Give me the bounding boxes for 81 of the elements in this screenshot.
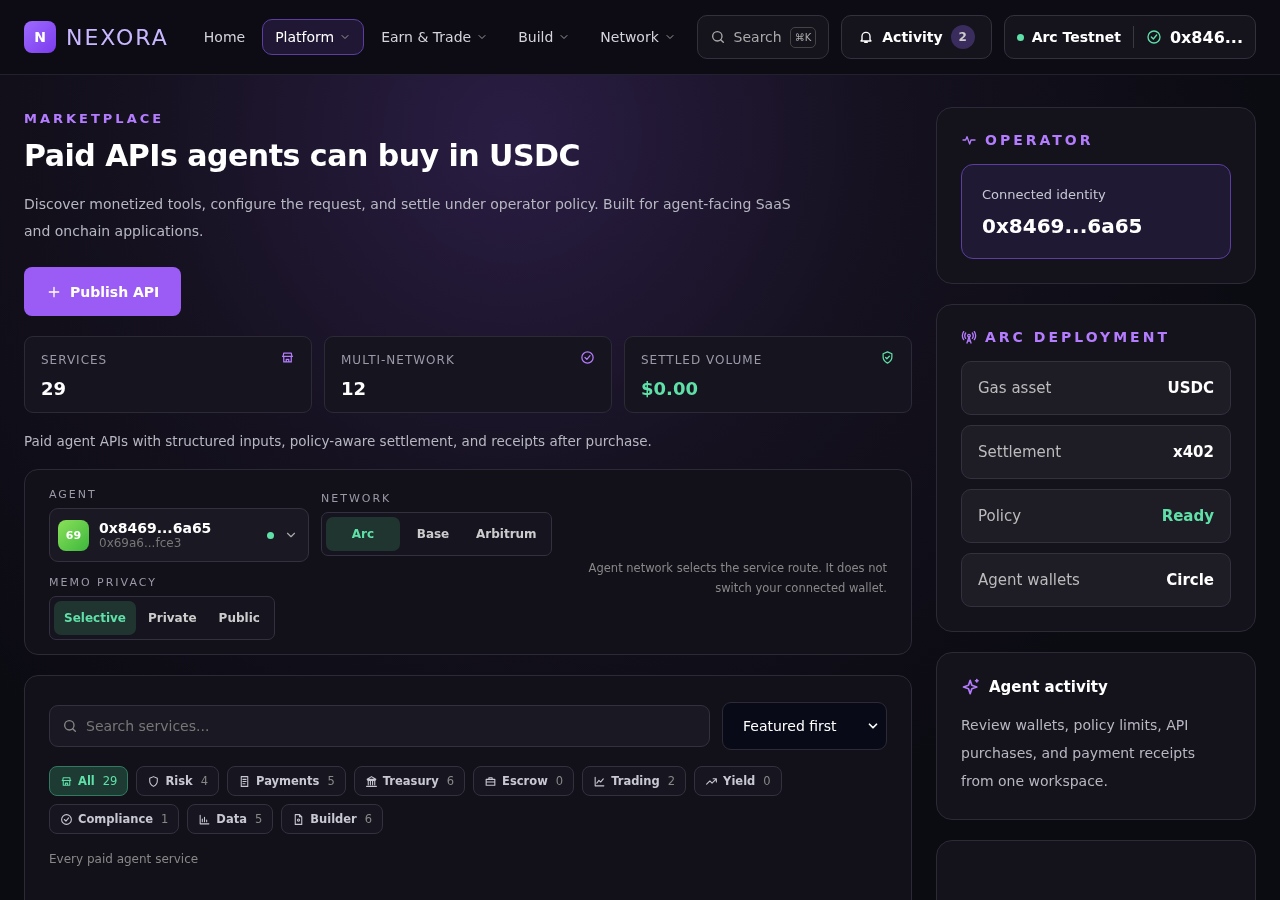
sparkle-icon — [961, 677, 981, 697]
nav-item[interactable]: Earn & Trade — [368, 19, 502, 55]
page-description: Discover monetized tools, configure the request, and settle under operator policy. Built for agent-facing SaaS and onchain applications. — [24, 195, 792, 241]
check-circle-icon — [580, 350, 595, 365]
category-icon — [593, 774, 607, 788]
category-chip[interactable]: Compliance 1 — [49, 804, 180, 834]
row-label: Gas asset — [978, 379, 1052, 397]
search-field[interactable]: Search services... — [49, 705, 710, 747]
row-value: Ready — [1161, 507, 1214, 525]
stats-note: Paid agent APIs with structured inputs, policy-aware settlement, and receipts after purchase. — [24, 433, 653, 449]
network-option[interactable]: Arc — [326, 517, 400, 551]
row-value: Circle — [1166, 571, 1214, 589]
row-value: USDC — [1167, 379, 1214, 397]
category-chip[interactable]: Treasury 6 — [353, 766, 466, 796]
card-title: OPERATOR — [985, 132, 1094, 148]
network-option[interactable]: Base — [402, 517, 464, 551]
sort-dropdown[interactable]: Featured first — [722, 702, 887, 750]
privacy-option[interactable]: Private — [137, 601, 207, 635]
card-description: Review wallets, policy limits, API purchases, and payment receipts from one workspace. — [961, 716, 1196, 791]
notification-count: 2 — [950, 25, 975, 49]
identity-address: 0x8469...6a65 — [982, 214, 1144, 238]
category-chip[interactable]: All 29 — [49, 766, 129, 796]
logo-badge[interactable]: N — [24, 21, 56, 53]
catalog-note: Every paid agent service — [49, 852, 200, 866]
search-icon — [709, 29, 726, 45]
check-circle-icon — [1145, 29, 1162, 45]
nav-item[interactable]: Network — [587, 19, 689, 55]
card-title: ARC DEPLOYMENT — [985, 329, 1170, 345]
privacy-option[interactable]: Public — [208, 601, 270, 635]
wallet-address: 0x846... — [1169, 27, 1243, 47]
category-icon — [364, 774, 378, 788]
wallet-button[interactable]: Arc Testnet 0x846... — [1003, 15, 1256, 59]
category-chip[interactable]: Builder 6 — [281, 804, 384, 834]
category-icon — [147, 774, 161, 788]
privacy-option[interactable]: Selective — [54, 601, 136, 635]
category-chip[interactable]: Trading 2 — [582, 766, 687, 796]
category-chip[interactable]: Data 5 — [187, 804, 274, 834]
category-chip[interactable]: Yield 0 — [694, 766, 782, 796]
network-option[interactable]: Arbitrum — [466, 517, 547, 551]
row-value: x402 — [1173, 443, 1214, 461]
card-title: Agent activity — [989, 678, 1108, 696]
category-icon — [484, 774, 498, 788]
logo-wordmark[interactable]: NEXORA — [66, 24, 169, 50]
nav-item[interactable]: Home — [190, 19, 259, 55]
identity-label: Connected identity — [982, 187, 1107, 202]
store-icon — [280, 350, 295, 365]
stat-value: 29 — [41, 378, 68, 399]
category-chip[interactable]: Escrow 0 — [473, 766, 575, 796]
antenna-icon — [961, 329, 977, 345]
stat-value: 12 — [341, 378, 368, 399]
category-icon — [60, 812, 73, 826]
agent-select[interactable]: 69 0x8469...6a65 0x69a6...fce3 — [49, 508, 309, 562]
field-label: NETWORK — [321, 492, 393, 505]
row-label: Policy — [978, 507, 1022, 525]
category-chip[interactable]: Payments 5 — [227, 766, 346, 796]
shield-check-icon — [880, 350, 895, 365]
field-label: MEMO PRIVACY — [49, 576, 158, 589]
nav-item[interactable]: Build — [505, 19, 584, 55]
stat-label: SERVICES — [41, 353, 108, 367]
network-note: Agent network selects the service route. It does not switch your connected wallet. — [587, 560, 887, 597]
shortcut-key: ⌘K — [789, 26, 817, 48]
publish-button[interactable]: Publish API — [24, 267, 182, 316]
row-label: Agent wallets — [978, 571, 1080, 589]
section-eyebrow: MARKETPLACE — [24, 111, 166, 126]
network-name: Arc Testnet — [1031, 29, 1121, 45]
page-title: Paid APIs agents can buy in USDC — [24, 138, 581, 173]
stat-label: SETTLED VOLUME — [641, 353, 763, 367]
category-icon — [60, 774, 73, 788]
stat-label: MULTI-NETWORK — [341, 353, 455, 367]
search-button[interactable]: Search ⌘K — [696, 15, 830, 59]
stat-value: $0.00 — [641, 378, 699, 399]
activity-button[interactable]: Activity 2 — [841, 15, 992, 59]
agent-sub-address: 0x69a6...fce3 — [99, 536, 183, 550]
agent-avatar: 69 — [58, 519, 89, 551]
nav-item[interactable]: Platform — [262, 19, 365, 55]
status-dot — [1016, 33, 1024, 41]
category-icon — [198, 812, 212, 826]
row-label: Settlement — [978, 443, 1062, 461]
category-chip[interactable]: Risk 4 — [136, 766, 220, 796]
agent-address: 0x8469...6a65 — [99, 520, 213, 536]
field-label: AGENT — [49, 488, 98, 501]
